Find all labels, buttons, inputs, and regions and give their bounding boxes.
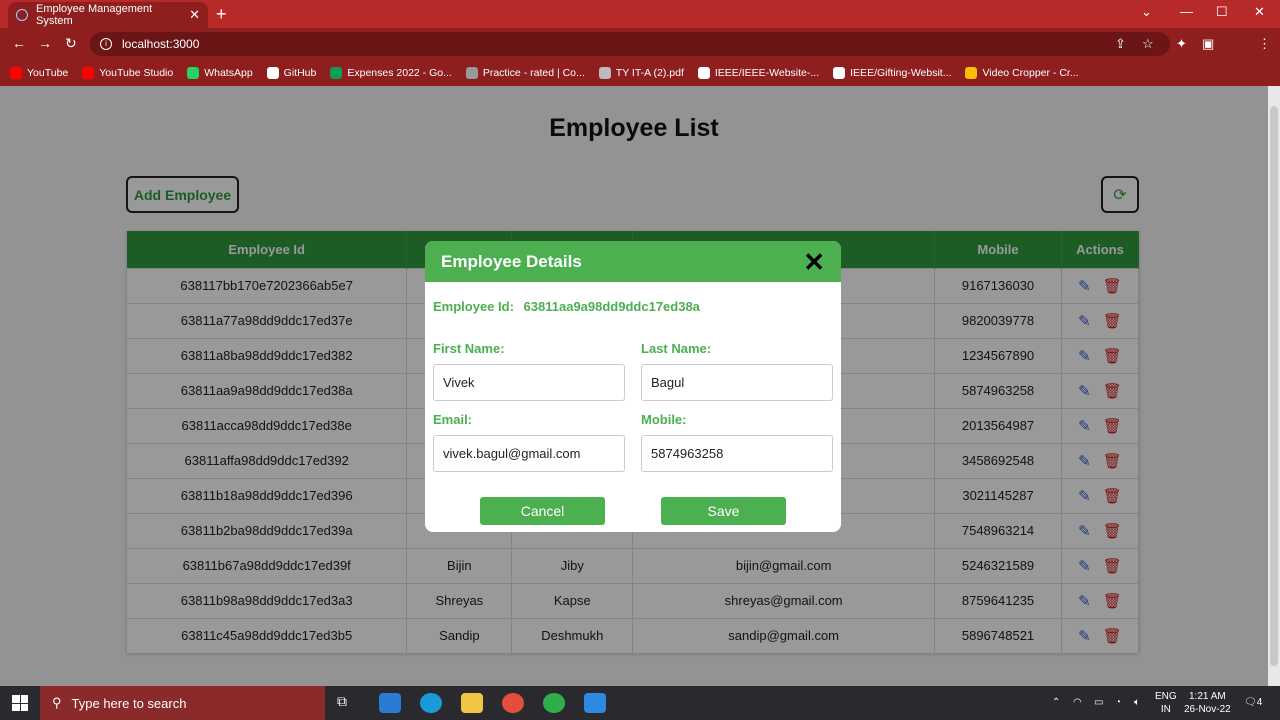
window-close-icon[interactable]: ✕	[1254, 4, 1265, 20]
bookmark-icon	[465, 67, 478, 79]
scrollbar-thumb[interactable]	[1270, 106, 1278, 666]
bookmark-label: IEEE/Gifting-Websit...	[850, 67, 952, 79]
bookmark-item[interactable]: WhatsApp	[187, 67, 253, 79]
bookmark-label: YouTube Studio	[99, 67, 174, 79]
employee-id-label: Employee Id:	[433, 299, 514, 314]
employee-id-line: Employee Id: 63811aa9a98dd9ddc17ed38a	[433, 299, 700, 314]
bookmark-item[interactable]: IEEE/Gifting-Websit...	[833, 67, 951, 79]
bookmark-icon	[598, 67, 611, 79]
first-name-input[interactable]: Vivek	[433, 364, 625, 401]
vscode-icon[interactable]	[584, 693, 606, 713]
chevron-down-icon[interactable]: ⌄	[1141, 4, 1152, 20]
bookmark-label: GitHub	[283, 67, 317, 79]
battery-icon[interactable]: ▭	[1094, 696, 1103, 709]
bookmark-label: Practice - rated | Co...	[482, 67, 585, 79]
close-icon[interactable]: ✕	[803, 249, 825, 275]
wifi-icon[interactable]: ◔	[1115, 696, 1121, 709]
windows-start-icon[interactable]	[12, 695, 28, 711]
bookmark-icon	[697, 67, 710, 79]
extensions-icon[interactable]: ✦	[1176, 36, 1187, 52]
employee-id-value: 63811aa9a98dd9ddc17ed38a	[523, 299, 700, 314]
bookmark-label: TY IT-A (2).pdf	[615, 67, 684, 79]
cancel-button[interactable]: Cancel	[480, 497, 605, 525]
last-name-input[interactable]: Bagul	[641, 364, 833, 401]
url-text: localhost:3000	[122, 37, 200, 51]
address-bar: ← → ↻ i localhost:3000 ⇪ ☆ ✦ ▣ ⋮	[0, 28, 1280, 80]
close-icon[interactable]: ✕	[189, 7, 200, 23]
mobile-label: Mobile:	[641, 412, 687, 427]
mobile-input[interactable]: 5874963258	[641, 435, 833, 472]
bookmark-item[interactable]: IEEE/IEEE-Website-...	[697, 67, 820, 79]
email-input[interactable]: vivek.bagul@gmail.com	[433, 435, 625, 472]
bookmark-label: WhatsApp	[204, 67, 253, 79]
sidepanel-icon[interactable]: ▣	[1202, 36, 1214, 52]
lang-bottom: IN	[1160, 704, 1171, 715]
bookmark-item[interactable]: Expenses 2022 - Go...	[330, 67, 452, 79]
tab-bar: Employee Management System ✕ + ⌄ — ☐ ✕	[0, 0, 1280, 28]
save-button[interactable]: Save	[661, 497, 786, 525]
employee-details-modal: Employee Details ✕ Employee Id: 63811aa9…	[425, 241, 841, 532]
bookmark-icon	[330, 67, 343, 79]
taskbar-search[interactable]: ⚲ Type here to search	[40, 686, 325, 720]
bookmark-label: YouTube	[27, 67, 69, 79]
new-tab-icon[interactable]: +	[216, 4, 227, 25]
back-icon[interactable]: ←	[12, 35, 26, 51]
language-indicator[interactable]: ENG IN	[1155, 690, 1177, 716]
bookmark-icon	[10, 67, 22, 79]
modal-title: Employee Details	[441, 251, 582, 271]
react-icon	[16, 9, 28, 21]
volume-icon[interactable]: 🔈︎	[1134, 696, 1140, 709]
email-label: Email:	[433, 412, 473, 427]
share-icon[interactable]: ⇪	[1115, 36, 1126, 52]
bookmark-icon	[266, 67, 279, 79]
browser-tab[interactable]: Employee Management System ✕	[8, 2, 208, 28]
star-icon[interactable]: ☆	[1142, 36, 1154, 52]
search-icon: ⚲	[52, 695, 62, 710]
bookmark-item[interactable]: Practice - rated | Co...	[465, 67, 585, 79]
lang-top: ENG	[1155, 691, 1177, 702]
edge-icon[interactable]	[420, 693, 442, 713]
page-content: Employee List Add Employee ⟳ Employee Id…	[0, 86, 1268, 686]
maximize-icon[interactable]: ☐	[1216, 4, 1228, 20]
menu-icon[interactable]: ⋮	[1258, 36, 1271, 52]
first-name-label: First Name:	[433, 341, 505, 356]
forward-icon[interactable]: →	[38, 35, 52, 51]
clock-date: 26-Nov-22	[1184, 704, 1231, 715]
info-icon: i	[100, 38, 112, 50]
chrome-icon[interactable]	[502, 693, 524, 713]
notification-count: 4	[1256, 697, 1263, 708]
tab-title: Employee Management System	[36, 3, 153, 27]
scrollbar[interactable]	[1268, 86, 1280, 686]
app-icon[interactable]	[543, 693, 565, 713]
search-placeholder: Type here to search	[71, 695, 187, 711]
taskbar: ⚲ Type here to search ⧉ ⌃ ◠ ▭ ◔ 🔈︎ ENG I…	[0, 686, 1280, 720]
bookmark-icon	[833, 67, 846, 79]
minimize-icon[interactable]: —	[1180, 4, 1193, 19]
clock-time: 1:21 AM	[1189, 691, 1226, 702]
bookmark-label: Video Cropper - Cr...	[982, 67, 1079, 79]
bookmark-label: Expenses 2022 - Go...	[347, 67, 452, 79]
bookmark-icon	[82, 67, 95, 79]
bookmark-item[interactable]: YouTube	[10, 67, 68, 79]
mail-icon[interactable]	[379, 693, 401, 713]
task-view-icon[interactable]: ⧉	[337, 693, 359, 713]
bookmark-icon	[965, 67, 978, 79]
modal-header: Employee Details ✕	[425, 241, 841, 282]
bookmark-item[interactable]: GitHub	[266, 67, 317, 79]
bookmark-label: IEEE/IEEE-Website-...	[714, 67, 820, 79]
bookmark-item[interactable]: Video Cropper - Cr...	[965, 67, 1079, 79]
bookmark-item[interactable]: YouTube Studio	[82, 67, 173, 79]
reload-icon[interactable]: ↻	[65, 35, 77, 52]
tray-chevron-icon[interactable]: ⌃	[1052, 696, 1060, 709]
url-input[interactable]: i localhost:3000	[90, 32, 1170, 56]
last-name-label: Last Name:	[641, 341, 712, 356]
folder-icon[interactable]	[461, 693, 483, 713]
bookmark-item[interactable]: TY IT-A (2).pdf	[598, 67, 684, 79]
bookmarks-bar: YouTube YouTube Studio WhatsApp GitHub Expen…	[0, 60, 1280, 86]
notification-icon[interactable]: 🗨︎4	[1244, 696, 1262, 709]
bookmark-icon	[187, 67, 200, 79]
clock[interactable]: 1:21 AM 26-Nov-22	[1184, 690, 1231, 716]
network-icon[interactable]: ◠	[1073, 696, 1082, 709]
